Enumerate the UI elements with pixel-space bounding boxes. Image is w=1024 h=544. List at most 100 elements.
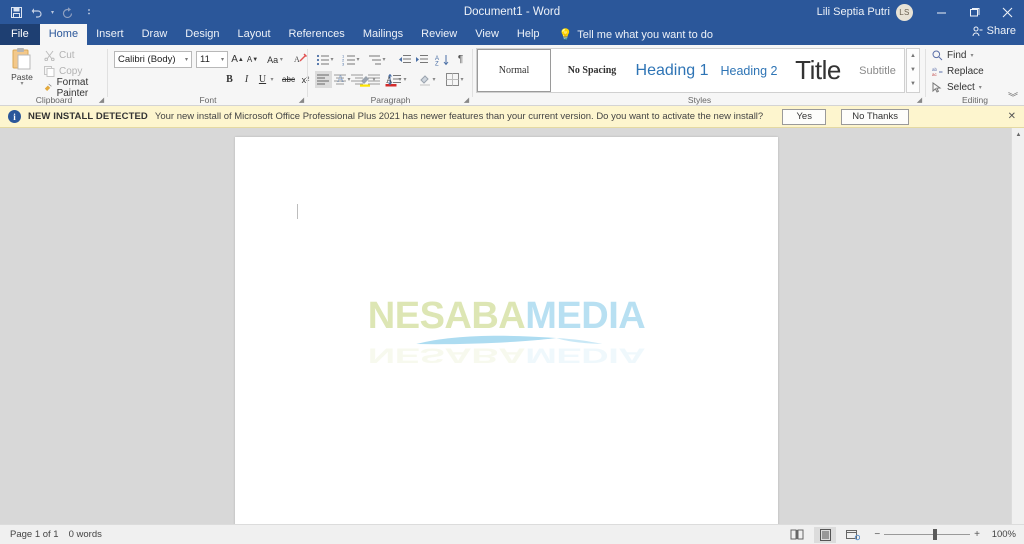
style-heading-1-label: Heading 1 [635, 61, 709, 79]
close-button[interactable] [991, 0, 1024, 24]
style-subtitle[interactable]: Subtitle [849, 49, 906, 92]
tab-mailings[interactable]: Mailings [354, 24, 412, 45]
zoom-level[interactable]: 100% [986, 529, 1016, 540]
scissors-icon [44, 50, 55, 61]
font-size-value: 11 [200, 54, 210, 65]
style-no-spacing[interactable]: No Spacing [551, 49, 633, 92]
style-title-label: Title [795, 55, 841, 85]
change-case-icon[interactable]: Aa ▾ [263, 51, 287, 68]
font-name-dropdown-icon[interactable]: ▾ [185, 56, 188, 63]
borders-dropdown-icon[interactable]: ▾ [458, 71, 466, 88]
paste-dropdown-icon[interactable]: ▾ [20, 81, 23, 87]
strikethrough-icon[interactable]: abc [280, 71, 297, 88]
info-icon: i [8, 110, 21, 123]
font-size-input[interactable]: 11 ▾ [196, 51, 228, 68]
tab-design[interactable]: Design [176, 24, 228, 45]
restore-button[interactable] [958, 0, 991, 24]
paste-icon [12, 48, 31, 70]
font-dialog-launcher[interactable]: ◢ [297, 96, 306, 105]
svg-text:3: 3 [342, 61, 345, 66]
paragraph-dialog-launcher[interactable]: ◢ [462, 96, 471, 105]
tab-help[interactable]: Help [508, 24, 549, 45]
cut-label: Cut [59, 50, 75, 61]
select-dropdown-icon[interactable]: ▾ [979, 84, 982, 91]
cursor-icon [932, 82, 942, 93]
tab-review[interactable]: Review [412, 24, 466, 45]
styles-dialog-launcher[interactable]: ◢ [915, 96, 924, 105]
style-title[interactable]: Title [787, 49, 849, 92]
scroll-up-icon[interactable]: ▲ [1012, 128, 1024, 141]
align-center-icon[interactable] [332, 71, 349, 88]
tab-layout[interactable]: Layout [229, 24, 280, 45]
styles-more-icon[interactable]: ▼ [907, 77, 919, 91]
style-heading-2-label: Heading 2 [720, 63, 778, 78]
replace-button[interactable]: ab ac Replace [932, 64, 984, 79]
watermark-part-two: MEDIA [525, 295, 646, 337]
style-heading-2[interactable]: Heading 2 [711, 49, 787, 92]
sort-icon[interactable]: AZ [433, 51, 450, 68]
styles-scroll-up-icon[interactable]: ▲ [907, 49, 919, 63]
copy-icon [44, 66, 55, 77]
tab-draw[interactable]: Draw [133, 24, 177, 45]
web-layout-icon [846, 529, 861, 540]
clipboard-dialog-launcher[interactable]: ◢ [97, 96, 106, 105]
select-button[interactable]: Select ▾ [932, 80, 982, 95]
watermark-reflection: NESABAMEDIA [368, 343, 645, 366]
italic-icon[interactable]: I [238, 71, 255, 88]
justify-icon[interactable] [366, 71, 383, 88]
view-web-layout[interactable] [842, 527, 864, 543]
share-button[interactable]: Share [972, 25, 1016, 37]
bullets-dropdown-icon[interactable]: ▾ [328, 51, 336, 68]
shading-dropdown-icon[interactable]: ▾ [430, 71, 438, 88]
align-left-icon[interactable] [315, 71, 332, 88]
activate-no-thanks-button[interactable]: No Thanks [841, 108, 909, 125]
paste-button[interactable]: Paste ▾ [6, 47, 38, 95]
document-page[interactable]: NESABAMEDIA NESABAMEDIA [235, 137, 778, 531]
bold-icon[interactable]: B [221, 71, 238, 88]
shrink-font-icon[interactable]: A ▼ [244, 51, 261, 68]
zoom-in-button[interactable]: + [974, 529, 980, 540]
find-dropdown-icon[interactable]: ▾ [970, 52, 973, 59]
tab-view[interactable]: View [466, 24, 508, 45]
vertical-scrollbar[interactable]: ▲ [1011, 128, 1024, 524]
numbering-dropdown-icon[interactable]: ▾ [354, 51, 362, 68]
minimize-button[interactable] [925, 0, 958, 24]
watermark-part-one: NESABA [367, 295, 526, 337]
activate-yes-button[interactable]: Yes [782, 108, 827, 125]
close-notification-icon[interactable]: ✕ [1008, 111, 1016, 122]
styles-gallery-scroll[interactable]: ▲ ▼ ▼ [906, 48, 920, 93]
tab-insert[interactable]: Insert [87, 24, 133, 45]
zoom-handle[interactable] [933, 529, 938, 540]
word-count[interactable]: 0 words [69, 529, 102, 540]
cut-button: Cut [42, 48, 75, 63]
find-button[interactable]: Find ▾ [932, 48, 973, 63]
style-normal[interactable]: Normal [477, 49, 551, 92]
zoom-slider[interactable]: − + [874, 529, 980, 540]
tell-me-search[interactable]: 💡 Tell me what you want to do [559, 24, 713, 45]
collapse-ribbon-icon[interactable]: ︾ [1008, 89, 1018, 104]
line-spacing-dropdown-icon[interactable]: ▾ [401, 71, 409, 88]
page-indicator[interactable]: Page 1 of 1 [10, 529, 59, 540]
font-size-dropdown-icon[interactable]: ▾ [221, 56, 224, 63]
underline-dropdown-icon[interactable]: ▾ [268, 71, 276, 88]
svg-text:A: A [294, 55, 300, 64]
decrease-indent-icon[interactable] [396, 51, 413, 68]
font-name-input[interactable]: Calibri (Body) ▾ [114, 51, 192, 68]
format-painter-button[interactable]: Format Painter [42, 77, 108, 99]
avatar[interactable]: LS [896, 3, 913, 21]
style-heading-1[interactable]: Heading 1 [633, 49, 711, 92]
styles-scroll-down-icon[interactable]: ▼ [907, 63, 919, 77]
tab-references[interactable]: References [280, 24, 354, 45]
replace-icon: abac [932, 67, 943, 77]
zoom-track[interactable] [884, 529, 971, 540]
view-read-mode[interactable] [786, 527, 808, 543]
show-formatting-marks-icon[interactable]: ¶ [452, 51, 469, 68]
align-right-icon[interactable] [349, 71, 366, 88]
tab-home[interactable]: Home [39, 24, 88, 45]
view-print-layout[interactable] [814, 526, 837, 543]
zoom-out-button[interactable]: − [874, 529, 880, 540]
user-name[interactable]: Lili Septia Putri [817, 6, 890, 18]
increase-indent-icon[interactable] [413, 51, 430, 68]
multilevel-dropdown-icon[interactable]: ▾ [380, 51, 388, 68]
tab-file[interactable]: File [0, 24, 40, 45]
